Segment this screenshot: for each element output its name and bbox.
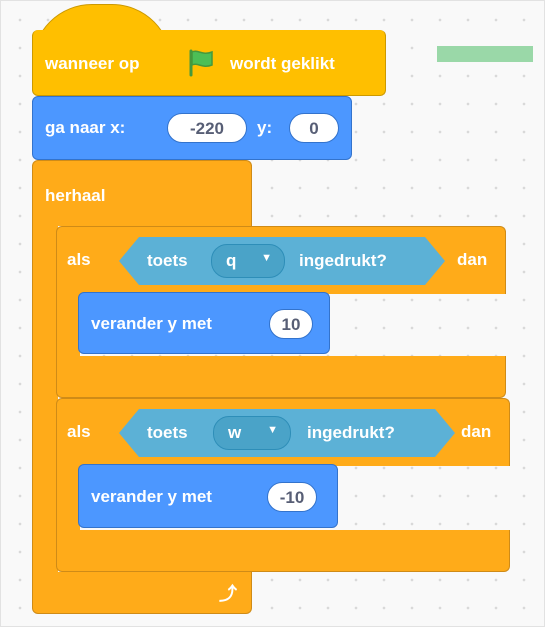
goto-label-y: y:	[257, 118, 273, 137]
chevron-down-icon: ▼	[261, 252, 272, 264]
if-keyword: als	[67, 422, 91, 441]
then-keyword: dan	[457, 250, 488, 269]
condition-suffix: ingedrukt?	[299, 251, 387, 270]
key-dropdown[interactable]: q ▼	[211, 244, 285, 278]
change-y-block-1[interactable]: verander y met 10	[78, 292, 330, 354]
key-pressed-condition[interactable]: toets q ▼ ingedrukt?	[119, 237, 445, 285]
script-canvas[interactable]: wanneer op wordt geklikt ga naar x: -220…	[0, 0, 545, 627]
if-block-1-bottom	[56, 356, 506, 398]
event-prefix: wanneer op	[45, 54, 140, 73]
then-keyword: dan	[461, 422, 492, 441]
key-value: w	[228, 423, 242, 442]
green-flag-icon	[186, 48, 218, 83]
canvas-indicator	[437, 46, 533, 62]
condition-prefix: toets	[147, 423, 188, 442]
repeat-block-bottom: ⤴	[32, 572, 252, 614]
go-to-xy-block[interactable]: ga naar x: -220 y: 0	[32, 96, 352, 160]
change-y-value-input[interactable]: -10	[267, 482, 317, 512]
x-value-input[interactable]: -220	[167, 113, 247, 143]
y-value-input[interactable]: 0	[289, 113, 339, 143]
repeat-label: herhaal	[45, 186, 106, 205]
if-keyword: als	[67, 250, 91, 269]
if-block-2-top[interactable]: als toets w ▼ ingedrukt? dan	[56, 398, 510, 466]
change-y-label: verander y met	[91, 314, 212, 333]
condition-suffix: ingedrukt?	[307, 423, 395, 442]
loop-arrow-icon: ⤴	[219, 584, 237, 604]
repeat-block-arm	[32, 224, 58, 574]
chevron-down-icon: ▼	[267, 424, 278, 436]
condition-prefix: toets	[147, 251, 188, 270]
when-flag-clicked-block[interactable]: wanneer op wordt geklikt	[32, 30, 386, 96]
goto-label-x: ga naar x:	[45, 118, 126, 137]
change-y-value-input[interactable]: 10	[269, 309, 313, 339]
change-y-label: verander y met	[91, 487, 212, 506]
if-block-1-top[interactable]: als toets q ▼ ingedrukt? dan	[56, 226, 506, 294]
if-block-1-arm	[56, 292, 80, 360]
key-dropdown[interactable]: w ▼	[213, 416, 291, 450]
repeat-block-top[interactable]: herhaal	[32, 160, 252, 226]
change-y-block-2[interactable]: verander y met -10	[78, 464, 338, 528]
if-block-2-arm	[56, 464, 80, 534]
key-value: q	[226, 251, 237, 270]
if-block-2-bottom	[56, 530, 510, 572]
key-pressed-condition[interactable]: toets w ▼ ingedrukt?	[119, 409, 455, 457]
event-suffix: wordt geklikt	[230, 54, 335, 73]
